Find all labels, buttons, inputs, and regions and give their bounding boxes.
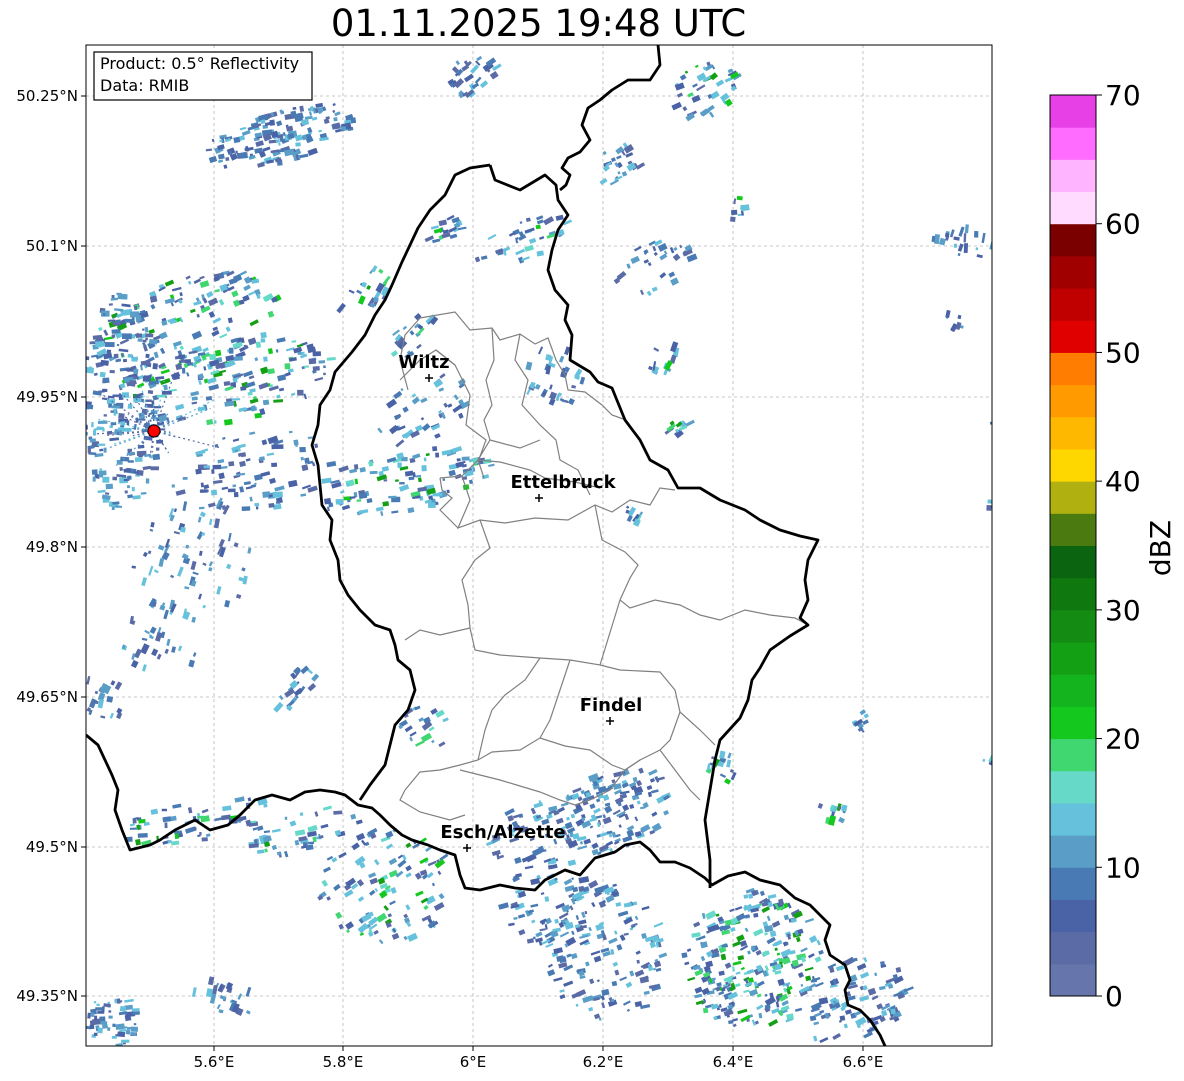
lat-tick-label: 49.5°N (26, 838, 78, 856)
radar-map: Wiltz Ettelbruck Findel Esch/Alzette Produc… (16, 44, 1177, 1071)
colorbar-label: dBZ (1144, 520, 1177, 576)
colorbar-segment (1050, 802, 1096, 836)
colorbar-segment (1050, 95, 1096, 128)
latitude-tick-labels: 50.25°N 50.1°N 49.95°N 49.8°N 49.65°N 49.5°N 4… (16, 87, 86, 1005)
city-label: Findel (580, 695, 643, 716)
colorbar-tick-label: 40 (1105, 465, 1141, 498)
info-box: Product: 0.5° Reflectivity Data: RMIB (93, 51, 313, 101)
colorbar-segment (1050, 931, 1096, 965)
colorbar-tick-label: 20 (1105, 723, 1141, 756)
lat-tick-label: 50.25°N (16, 87, 78, 105)
colorbar-segment (1050, 481, 1096, 514)
colorbar-segment (1050, 963, 1096, 997)
colorbar-segment (1050, 770, 1096, 804)
colorbar-segment (1050, 127, 1096, 160)
colorbar-segment (1050, 513, 1096, 546)
colorbar-segment (1050, 577, 1096, 611)
colorbar-segment (1050, 835, 1096, 868)
lon-tick-label: 5.6°E (194, 1053, 235, 1071)
colorbar-segment (1050, 674, 1096, 707)
longitude-tick-labels: 5.6°E 5.8°E 6°E 6.2°E 6.4°E 6.6°E (194, 1046, 884, 1071)
colorbar-tick-label: 10 (1105, 851, 1141, 884)
colorbar-segment (1050, 545, 1096, 579)
colorbar-segment (1050, 899, 1096, 933)
lon-tick-label: 6.2°E (583, 1053, 624, 1071)
city-label: Wiltz (398, 352, 449, 373)
colorbar-segment (1050, 706, 1096, 740)
radar-site-marker (147, 424, 161, 438)
colorbar-segment (1050, 642, 1096, 675)
lon-tick-label: 6.6°E (843, 1053, 884, 1071)
lon-tick-label: 6°E (460, 1053, 487, 1071)
colorbar-tick-label: 0 (1105, 980, 1123, 1013)
lat-tick-label: 49.35°N (16, 987, 78, 1005)
colorbar-tick-label: 30 (1105, 594, 1141, 627)
colorbar-segment (1050, 384, 1096, 418)
colorbar: 70 60 50 40 30 20 10 0 (1049, 79, 1141, 1013)
lat-tick-label: 49.95°N (16, 388, 78, 406)
lon-tick-label: 5.8°E (323, 1053, 364, 1071)
city-label: Esch/Alzette (440, 822, 565, 843)
lat-tick-label: 50.1°N (26, 237, 78, 255)
colorbar-segment (1050, 867, 1096, 900)
colorbar-segment (1050, 255, 1096, 289)
colorbar-segment (1050, 223, 1096, 257)
colorbar-segment (1050, 609, 1096, 643)
colorbar-segment (1050, 191, 1096, 225)
colorbar-segment (1050, 320, 1096, 353)
info-data-source: Data: RMIB (100, 76, 189, 95)
colorbar-segment (1050, 159, 1096, 193)
lat-tick-label: 49.8°N (26, 538, 78, 556)
colorbar-tick-label: 50 (1105, 336, 1141, 369)
colorbar-segment (1050, 416, 1096, 450)
colorbar-segment (1050, 288, 1096, 321)
lat-tick-label: 49.65°N (16, 688, 78, 706)
colorbar-tick-label: 70 (1105, 79, 1141, 112)
city-label: Ettelbruck (510, 472, 616, 493)
colorbar-segment (1050, 738, 1096, 772)
colorbar-segment (1050, 448, 1096, 482)
lon-tick-label: 6.4°E (713, 1053, 754, 1071)
info-product: Product: 0.5° Reflectivity (100, 54, 299, 73)
colorbar-tick-label: 60 (1105, 208, 1141, 241)
colorbar-segment (1050, 352, 1096, 386)
